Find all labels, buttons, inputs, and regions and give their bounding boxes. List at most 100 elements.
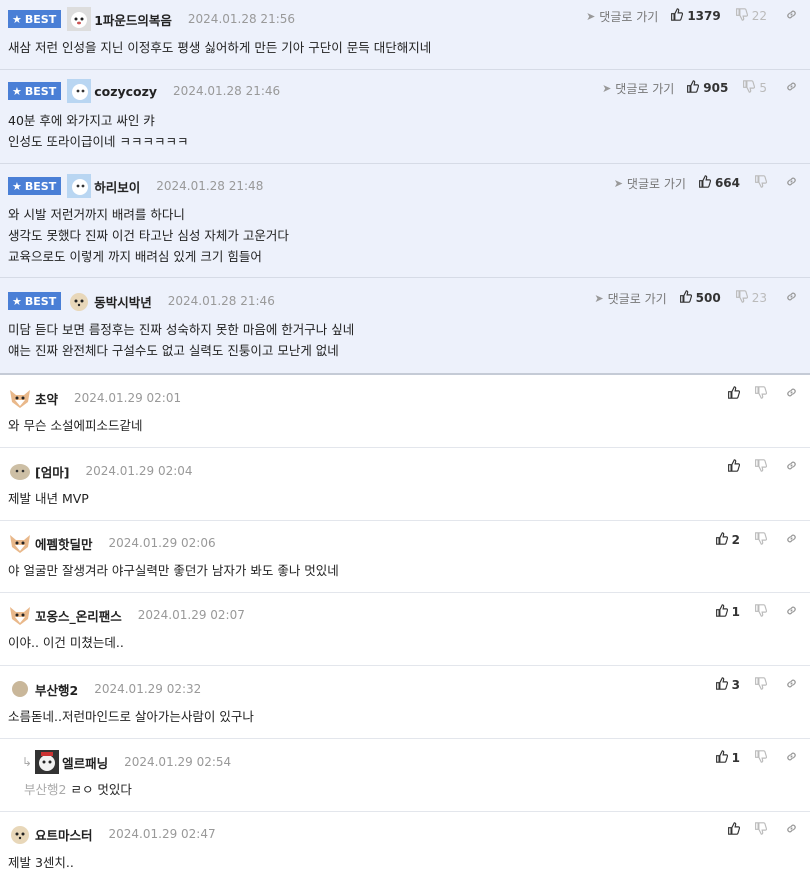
avatar[interactable] [8,386,32,410]
downvote-button[interactable] [754,175,768,191]
reply-arrow-icon: ➤ [602,81,612,95]
thumbs-up-icon [698,175,711,191]
comment-text: 인성도 또라이급이네 ㅋㅋㅋㅋㅋㅋ [8,134,189,149]
thumbs-up-icon [670,8,684,24]
comment-text: ㄹㅇ 멋있다 [70,782,132,797]
permalink-button[interactable] [785,175,798,191]
avatar[interactable] [8,531,32,555]
star-icon: ★ [12,179,22,193]
thumbs-up-icon [679,290,692,306]
permalink-button[interactable] [785,677,798,693]
upvote-button[interactable]: 1 [715,750,740,766]
downvote-button[interactable]: 23 [735,290,767,306]
thumbs-down-icon [754,532,768,548]
nickname[interactable]: 에펨핫딜만 [35,534,93,553]
goto-reply-link[interactable]: ➤ 댓글로 가기 [602,80,674,97]
nickname[interactable]: 초약 [35,389,58,408]
best-comment: ★ BEST 동박시박년 2024.01.28 21:46 ➤ 댓글로 가기 500… [0,278,810,375]
downvote-button[interactable] [754,604,768,620]
upvote-button[interactable]: 3 [715,677,740,693]
goto-reply-link[interactable]: ➤ 댓글로 가기 [586,8,658,25]
timestamp: 2024.01.29 02:32 [94,682,202,696]
link-icon [785,532,798,548]
star-icon: ★ [12,12,22,26]
best-comment: ★ BEST 하리보이 2024.01.28 21:48 ➤ 댓글로 가기 664 … [0,164,810,278]
upvote-button[interactable] [727,459,741,475]
nickname[interactable]: 부산행2 [35,680,78,699]
link-icon [785,8,798,24]
timestamp: 2024.01.28 21:46 [173,84,281,98]
nickname[interactable]: 꼬옹스_온리팬스 [35,606,122,625]
thumbs-up-icon [727,822,741,838]
comment-text: 와 무슨 소설에피소드같네 [8,418,143,433]
best-badge: ★ BEST [8,177,62,195]
goto-reply-link[interactable]: ➤ 댓글로 가기 [594,290,666,307]
permalink-button[interactable] [785,8,798,24]
permalink-button[interactable] [785,532,798,548]
thumbs-up-icon [727,386,741,402]
permalink-button[interactable] [785,290,798,306]
upvote-button[interactable]: 1379 [670,8,721,24]
goto-reply-link[interactable]: ➤ 댓글로 가기 [614,175,686,192]
avatar[interactable] [35,750,60,774]
comment-text: 제발 3센치.. [8,855,74,870]
avatar[interactable] [67,289,91,313]
best-badge: ★ BEST [8,82,62,100]
thumbs-up-icon [715,750,728,766]
star-icon: ★ [12,294,22,308]
nickname[interactable]: [엄마] [35,462,69,481]
comment-text: 제발 내년 MVP [8,491,89,506]
best-badge: ★ BEST [8,292,62,310]
avatar[interactable] [67,7,92,31]
permalink-button[interactable] [785,386,798,402]
best-comment: ★ BEST 1파운드의복음 2024.01.28 21:56 ➤ 댓글로 가기 1… [0,0,810,70]
thumbs-down-icon [754,677,768,693]
downvote-button[interactable] [754,386,768,402]
downvote-button[interactable] [754,750,768,766]
downvote-button[interactable]: 5 [742,80,767,96]
downvote-button[interactable] [754,822,768,838]
downvote-button[interactable] [754,677,768,693]
nickname[interactable]: 엘르패닝 [62,753,108,772]
timestamp: 2024.01.28 21:48 [156,179,264,193]
nickname[interactable]: 요트마스터 [35,825,93,844]
timestamp: 2024.01.29 02:06 [108,536,216,550]
reply-arrow-icon: ➤ [594,291,604,305]
timestamp: 2024.01.28 21:56 [187,12,296,26]
permalink-button[interactable] [785,822,798,838]
upvote-button[interactable]: 500 [679,290,721,306]
timestamp: 2024.01.28 21:46 [167,294,275,308]
permalink-button[interactable] [785,459,798,475]
avatar[interactable] [8,822,32,846]
avatar[interactable] [8,603,32,627]
avatar[interactable] [67,174,92,198]
avatar[interactable] [8,677,32,701]
upvote-button[interactable]: 905 [686,80,728,96]
upvote-button[interactable]: 2 [715,532,740,548]
thumbs-down-icon [754,822,768,838]
avatar[interactable] [67,79,92,103]
reply-comment: ↳ 엘르패닝 2024.01.29 02:54 1 부산행2 ㄹㅇ 멋있다 [0,739,810,812]
downvote-button[interactable] [754,532,768,548]
permalink-button[interactable] [785,604,798,620]
nickname[interactable]: 하리보이 [94,177,140,196]
thumbs-up-icon [715,604,728,620]
timestamp: 2024.01.29 02:04 [85,464,193,478]
thumbs-down-icon [742,80,756,96]
permalink-button[interactable] [785,80,798,96]
downvote-button[interactable]: 22 [735,8,767,24]
nickname[interactable]: cozycozy [94,84,157,99]
comment-text: 미담 듣다 보면 름정후는 진짜 성숙하지 못한 마음에 한거구나 싶네 [8,322,355,337]
avatar[interactable] [8,459,32,483]
upvote-button[interactable]: 1 [715,604,740,620]
link-icon [785,604,798,620]
upvote-button[interactable]: 664 [698,175,740,191]
upvote-button[interactable] [727,386,741,402]
nickname[interactable]: 1파운드의복음 [94,10,172,29]
nickname[interactable]: 동박시박년 [94,292,152,311]
reply-target[interactable]: 부산행2 [24,782,66,797]
downvote-button[interactable] [754,459,768,475]
permalink-button[interactable] [785,750,798,766]
thumbs-up-icon [715,677,728,693]
upvote-button[interactable] [727,822,741,838]
